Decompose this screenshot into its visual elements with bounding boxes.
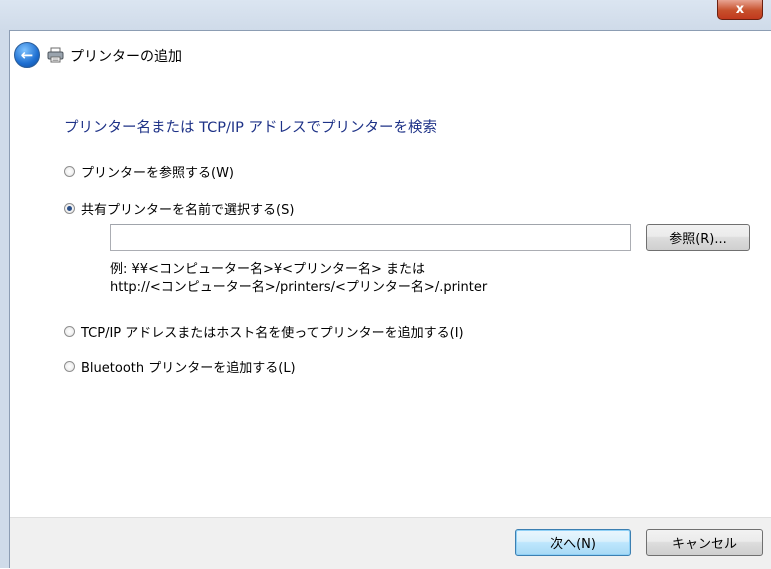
close-icon: x xyxy=(735,2,745,17)
next-button[interactable]: 次へ(N) xyxy=(515,529,631,556)
option-label: 共有プリンターを名前で選択する(S) xyxy=(81,203,295,218)
option-select-shared-printer[interactable]: 共有プリンターを名前で選択する(S) xyxy=(64,199,294,218)
radio-button[interactable] xyxy=(64,361,75,372)
radio-button[interactable] xyxy=(64,326,75,337)
back-button[interactable]: ← xyxy=(14,42,40,68)
window-border-left xyxy=(0,30,9,568)
option-tcpip-printer[interactable]: TCP/IP アドレスまたはホスト名を使ってプリンターを追加する(I) xyxy=(64,322,464,341)
option-browse-printer[interactable]: プリンターを参照する(W) xyxy=(64,162,234,181)
back-arrow-icon: ← xyxy=(20,46,34,64)
example-text: 例: ¥¥<コンピューター名>¥<プリンター名> または http://<コンピ… xyxy=(110,261,487,297)
dialog-client-area: ← プリンターの追加 プリンター名または TCP/IP アドレスでプリンターを検… xyxy=(9,30,771,569)
option-label: TCP/IP アドレスまたはホスト名を使ってプリンターを追加する(I) xyxy=(81,326,464,341)
example-line-1: 例: ¥¥<コンピューター名>¥<プリンター名> または xyxy=(110,262,426,277)
window-frame: x ← プリンターの追加 プリンター名または TCP/IP アドレスでプリンター… xyxy=(0,0,771,569)
printer-name-input[interactable] xyxy=(110,224,631,251)
option-label: プリンターを参照する(W) xyxy=(81,166,234,181)
dialog-header: ← プリンターの追加 xyxy=(10,31,771,79)
page-heading: プリンター名または TCP/IP アドレスでプリンターを検索 xyxy=(64,120,437,136)
browse-button[interactable]: 参照(R)... xyxy=(646,224,750,251)
radio-button[interactable] xyxy=(64,166,75,177)
option-label: Bluetooth プリンターを追加する(L) xyxy=(81,361,296,376)
cancel-button[interactable]: キャンセル xyxy=(646,529,763,556)
dialog-footer: 次へ(N) キャンセル xyxy=(10,517,771,569)
close-button[interactable]: x xyxy=(717,0,763,20)
option-bluetooth-printer[interactable]: Bluetooth プリンターを追加する(L) xyxy=(64,357,296,376)
example-line-2: http://<コンピューター名>/printers/<プリンター名>/.pri… xyxy=(110,280,488,295)
printer-icon xyxy=(47,47,64,63)
dialog-title: プリンターの追加 xyxy=(70,49,182,65)
radio-button-checked[interactable] xyxy=(64,203,75,214)
